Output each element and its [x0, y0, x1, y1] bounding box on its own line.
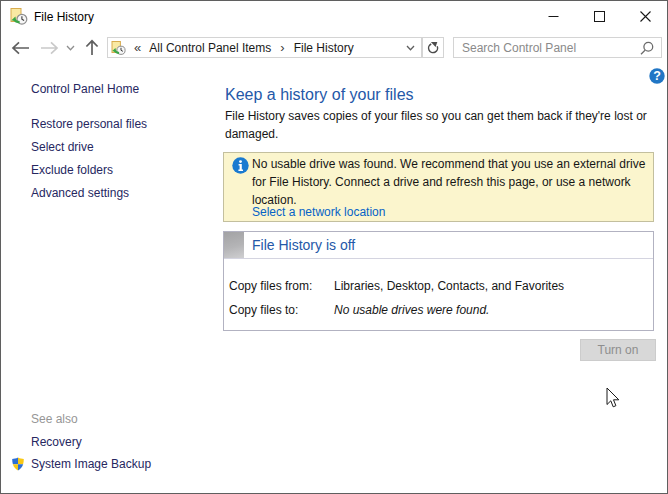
recent-pages-button[interactable]	[63, 32, 77, 63]
address-dropdown-chevron-icon[interactable]	[406, 45, 415, 51]
breadcrumb-file-history[interactable]: File History	[294, 41, 354, 55]
close-icon	[640, 11, 651, 22]
copy-files-from-label: Copy files from:	[229, 278, 312, 294]
window-title: File History	[34, 10, 94, 24]
info-icon	[232, 157, 249, 174]
notice-text: No usable drive was found. We recommend …	[252, 155, 645, 209]
back-icon	[11, 41, 30, 55]
mouse-cursor	[606, 387, 620, 408]
no-drive-notice: No usable drive was found. We recommend …	[223, 152, 654, 222]
status-panel-header: File History is off	[224, 232, 653, 259]
sidebar-restore-personal-files[interactable]: Restore personal files	[31, 117, 147, 131]
sidebar-recovery[interactable]: Recovery	[31, 435, 82, 449]
navigation-bar: « All Control Panel Items › File History…	[1, 32, 667, 63]
back-button[interactable]	[8, 32, 32, 63]
help-question-glyph: ?	[653, 69, 661, 83]
forward-button[interactable]	[37, 32, 61, 63]
maximize-button[interactable]	[576, 1, 622, 32]
turn-on-button[interactable]: Turn on	[580, 339, 656, 361]
title-bar: File History	[1, 1, 667, 32]
sidebar-control-panel-home[interactable]: Control Panel Home	[31, 82, 139, 96]
address-bar[interactable]: « All Control Panel Items › File History	[107, 37, 422, 58]
file-history-address-icon	[111, 40, 127, 56]
minimize-icon	[548, 11, 559, 22]
sidebar-exclude-folders[interactable]: Exclude folders	[31, 163, 113, 177]
recent-pages-chevron-icon	[66, 45, 75, 51]
search-icon[interactable]	[640, 41, 654, 55]
search-box[interactable]: Search Control Panel	[453, 37, 662, 58]
breadcrumb-separator-icon: ›	[280, 40, 284, 55]
breadcrumb-collapse-chevrons[interactable]: «	[134, 40, 140, 55]
sidebar-system-image-backup[interactable]: System Image Backup	[31, 457, 151, 471]
file-history-status-panel: File History is off Copy files from: Lib…	[223, 231, 654, 331]
search-placeholder: Search Control Panel	[462, 41, 576, 55]
close-button[interactable]	[622, 1, 668, 32]
maximize-icon	[594, 11, 605, 22]
select-network-location-link[interactable]: Select a network location	[252, 205, 385, 219]
sidebar-see-also-label: See also	[31, 412, 78, 426]
intro-text: File History saves copies of your files …	[225, 107, 647, 143]
file-history-window: File History	[0, 0, 668, 494]
page-title: Keep a history of your files	[225, 86, 414, 104]
up-icon	[85, 39, 99, 56]
copy-files-to-label: Copy files to:	[229, 302, 298, 318]
forward-icon	[40, 41, 59, 55]
sidebar-advanced-settings[interactable]: Advanced settings	[31, 186, 129, 200]
file-history-app-icon	[10, 7, 29, 26]
copy-files-from-value: Libraries, Desktop, Contacts, and Favori…	[334, 278, 564, 294]
refresh-icon	[426, 40, 441, 55]
up-button[interactable]	[81, 32, 103, 63]
breadcrumb-all-control-panel-items[interactable]: All Control Panel Items	[149, 41, 271, 55]
help-button[interactable]: ?	[649, 68, 665, 84]
status-panel-glyph	[224, 232, 244, 258]
sidebar-select-drive[interactable]: Select drive	[31, 140, 94, 154]
status-panel-title: File History is off	[252, 232, 355, 258]
refresh-button[interactable]	[422, 37, 444, 58]
copy-files-to-value: No usable drives were found.	[334, 302, 489, 318]
uac-shield-icon	[11, 457, 25, 471]
minimize-button[interactable]	[530, 1, 576, 32]
